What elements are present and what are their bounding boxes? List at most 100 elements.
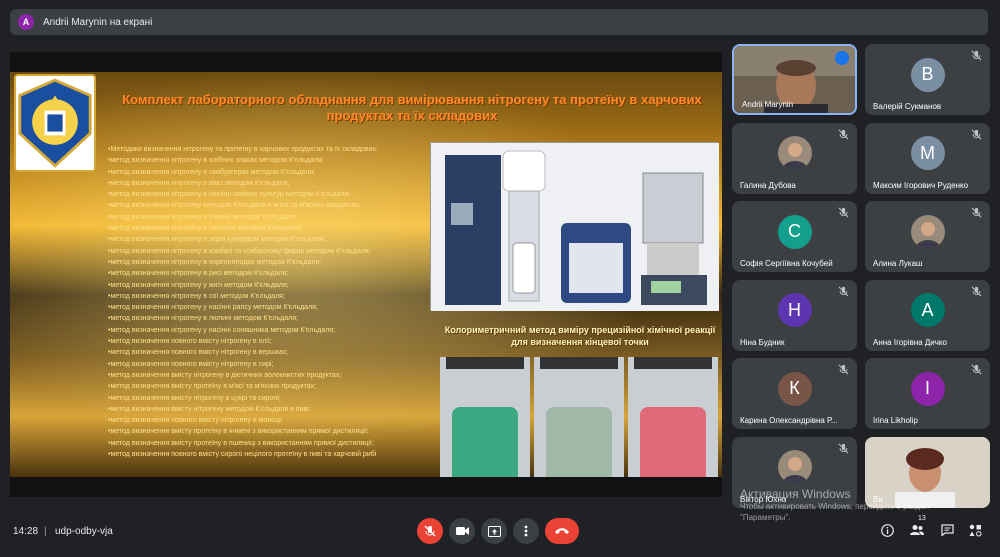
participant-name: Irina Likholip xyxy=(873,416,918,425)
people-icon xyxy=(910,525,924,535)
participant-name: Анна Ігорівна Дичко xyxy=(873,337,947,347)
participant-tile[interactable]: К Карина Олександрівна Р... xyxy=(732,358,857,429)
flask-pink xyxy=(640,407,706,477)
more-vert-icon xyxy=(524,525,528,537)
clock: 14:28 xyxy=(13,526,39,537)
participant-initial-avatar: С xyxy=(777,214,812,249)
flask-photo-2 xyxy=(534,357,624,477)
people-button[interactable] xyxy=(910,523,924,537)
muted-mic-icon xyxy=(971,207,982,218)
muted-mic-icon xyxy=(971,129,982,139)
presentation-slide: Комплект лабораторного обладнання для ви… xyxy=(10,72,722,477)
method-item: •метод визначення нітрогену в гамбургера… xyxy=(108,168,316,176)
method-item: •метод визначення нітрогену у насінні со… xyxy=(108,326,335,334)
muted-mic-icon xyxy=(838,129,849,139)
method-item: •метод визначення нітрогену в коренеплод… xyxy=(108,258,322,266)
participant-tile[interactable]: В Валерій Сукманов xyxy=(865,44,990,115)
participant-name: Andrii Marynin xyxy=(742,100,794,109)
separator: | xyxy=(44,526,47,537)
muted-mic-icon xyxy=(971,50,982,61)
flask-photo-1 xyxy=(440,357,530,477)
participant-tile[interactable]: I Irina Likholip xyxy=(865,358,990,429)
participant-name: Ніна Будник xyxy=(740,337,785,347)
participant-name: Софія Сергіївна Кочубей xyxy=(740,259,833,268)
info-icon xyxy=(880,523,894,537)
participant-tile[interactable]: М Максим Ігорович Руденко xyxy=(865,122,990,194)
participant-tile[interactable]: А Анна Ігорівна Дичко xyxy=(865,279,990,351)
muted-mic-icon xyxy=(971,364,982,375)
method-item: •метод визначення нітрогену в зерні куку… xyxy=(108,236,326,244)
method-item: •метод визначення вмісту нітрогену метод… xyxy=(108,405,311,413)
flask-green xyxy=(452,407,518,477)
participant-tile[interactable]: Н Ніна Будник xyxy=(732,279,857,351)
chat-button[interactable] xyxy=(940,523,954,537)
mic-off-icon xyxy=(424,525,436,537)
methods-intro: •Методики визначення нітрогену та протеї… xyxy=(108,146,378,153)
method-item: •метод визначення повного вмісту нітроге… xyxy=(108,338,272,346)
camera-icon xyxy=(455,527,469,535)
method-item: •метод визначення повного вмісту нітроге… xyxy=(108,417,283,425)
participant-avatar xyxy=(777,136,812,171)
participant-initial-avatar: К xyxy=(777,371,812,406)
methods-list: •Методики визначення нітрогену та протеї… xyxy=(108,144,438,460)
method-item: •метод визначення вмісту нітрогену в діє… xyxy=(108,371,342,379)
hangup-icon xyxy=(555,528,569,534)
participant-name: Карина Олександрівна Р... xyxy=(740,416,838,425)
activities-button[interactable] xyxy=(968,523,982,537)
leave-call-button[interactable] xyxy=(545,518,579,544)
present-screen-button[interactable] xyxy=(481,518,507,544)
meeting-info-button[interactable] xyxy=(880,523,894,537)
more-options-button[interactable] xyxy=(513,518,539,544)
participant-tile[interactable]: Алина Лукаш xyxy=(865,201,990,272)
participant-tile[interactable]: Галина Дубова xyxy=(732,122,857,194)
university-logo xyxy=(14,74,96,172)
method-item: •метод визначення вмісту протеїну в ячме… xyxy=(108,428,369,436)
presenting-text: Andrii Marynin на екрані xyxy=(43,16,153,28)
participant-initial-avatar: А xyxy=(910,293,945,328)
muted-mic-icon xyxy=(971,286,982,296)
flask-photo-3 xyxy=(628,357,718,477)
participant-avatar xyxy=(910,214,945,249)
watermark-title: Активация Windows xyxy=(740,487,851,501)
meeting-code: udp-odby-vja xyxy=(55,526,113,537)
method-item: •метод визначення нітрогену в ковбасі та… xyxy=(108,247,371,255)
people-count-badge: 13 xyxy=(918,515,926,522)
muted-mic-icon xyxy=(838,207,849,218)
participant-name: Валерій Сукманов xyxy=(873,102,942,111)
lab-equipment-photo xyxy=(430,142,719,311)
slide-subtitle: Колориметричний метод виміру прецизійної… xyxy=(444,325,716,347)
presenting-banner: A Andrii Marynin на екрані xyxy=(10,9,988,35)
colorimetric-photos xyxy=(440,357,718,477)
participant-initial-avatar: М xyxy=(910,136,945,171)
method-item: •метод визначення нітрогену в хлібних зл… xyxy=(108,157,324,165)
flask-gray xyxy=(546,407,612,477)
method-item: •метод визначення нітрогену у житі метод… xyxy=(108,281,289,289)
participant-tile[interactable]: С Софія Сергіївна Кочубей xyxy=(732,201,857,272)
method-item: •метод визначення нітрогену в вівсі мето… xyxy=(108,179,290,187)
slide-title: Комплект лабораторного обладнання для ви… xyxy=(122,92,702,123)
method-item: •метод визначення нітрогену в люпині мет… xyxy=(108,315,298,323)
method-item: •метод визначення повного вмісту нітроге… xyxy=(108,349,289,357)
participant-tile[interactable]: Andrii Marynin xyxy=(732,44,857,115)
participant-initial-avatar: Н xyxy=(777,293,812,328)
chat-icon xyxy=(940,524,954,536)
present-icon xyxy=(487,525,501,537)
shared-screen: Комплект лабораторного обладнання для ви… xyxy=(10,52,722,497)
method-item: •метод визначення вмісту протеїну в пшен… xyxy=(108,439,374,447)
method-item: •метод визначення нітрогену в пшениці ме… xyxy=(108,225,303,233)
microphone-off-button[interactable] xyxy=(417,518,443,544)
muted-mic-icon xyxy=(838,443,849,453)
method-item: •метод визначення повного вмісту сирого … xyxy=(108,451,377,459)
method-item: •метод визначення вмісту нітрогену в цук… xyxy=(108,394,281,402)
method-item: •метод визначення повного вмісту нітроге… xyxy=(108,360,274,368)
method-item: •метод визначення вмісту протеїну в м'яс… xyxy=(108,383,317,391)
activities-icon xyxy=(969,524,982,537)
participant-initial-avatar: В xyxy=(910,57,945,92)
camera-button[interactable] xyxy=(449,518,475,544)
method-item: •метод визначення нітрогену в сої методо… xyxy=(108,292,285,300)
muted-mic-icon xyxy=(838,286,849,296)
participant-name: Галина Дубова xyxy=(740,180,796,190)
participant-avatar xyxy=(777,450,812,485)
participant-initial-avatar: I xyxy=(910,371,945,406)
method-item: •метод визначення нітрогену в ячмені мет… xyxy=(108,213,298,221)
